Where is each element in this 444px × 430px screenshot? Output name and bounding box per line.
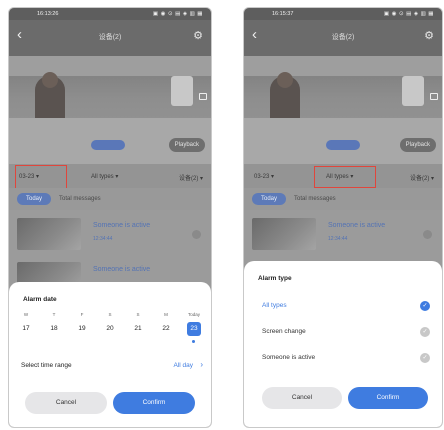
day-option[interactable]: M 22	[155, 310, 177, 336]
cancel-button[interactable]: Cancel	[262, 387, 342, 409]
day-option[interactable]: S 20	[99, 310, 121, 336]
event-title: Someone is active	[93, 222, 151, 229]
day-date: 18	[50, 325, 58, 332]
video-chip[interactable]	[91, 140, 125, 150]
time-range-label: Select time range	[21, 362, 72, 369]
chevron-right-icon[interactable]: ›	[200, 360, 203, 369]
list-item[interactable]: Someone is active 12:34:44	[9, 210, 211, 254]
type-option-screen-change[interactable]: Screen change ✓	[262, 325, 430, 339]
dot-icon	[192, 230, 201, 239]
video-scene	[277, 72, 293, 88]
status-time: 16:13:26	[37, 11, 59, 17]
video-preview[interactable]: Playback	[244, 56, 442, 164]
status-time: 16:15:37	[272, 11, 294, 17]
sheet-title: Alarm date	[23, 296, 57, 303]
day-option[interactable]: S 21	[127, 310, 149, 336]
video-scene	[9, 56, 211, 76]
day-name: S	[136, 312, 140, 317]
day-name: Today	[187, 312, 200, 317]
day-date: 17	[22, 325, 30, 332]
status-bar: 16:15:37 ▣ ◉ ⊙ ▤ ◈ ▥ ▦	[244, 8, 442, 20]
event-time: 12:34:44	[328, 236, 348, 242]
sheet-title: Alarm type	[258, 275, 292, 282]
snapshot-icon[interactable]	[430, 93, 438, 100]
day-picker: W 17 T 18 F 19 S 20 S 21 M 22 Today 23	[15, 310, 205, 354]
dot-icon	[423, 230, 432, 239]
playback-button[interactable]: Playback	[168, 138, 205, 152]
day-date: 22	[162, 325, 170, 332]
day-option-selected[interactable]: Today 23	[183, 310, 205, 343]
event-thumbnail[interactable]	[252, 218, 316, 250]
day-option[interactable]: F 19	[71, 310, 93, 336]
event-title: Someone is active	[93, 266, 151, 273]
tab-today[interactable]: Today	[252, 193, 286, 205]
gear-icon[interactable]: ⚙	[193, 29, 203, 42]
check-icon: ✓	[420, 301, 430, 311]
check-icon: ✓	[420, 353, 430, 363]
filter-bar: 03-23 ▾ All types ▾ 设备(2) ▾	[244, 164, 442, 188]
video-scene	[171, 76, 193, 106]
screenshot-canvas: 16:13:26 ▣ ◉ ⊙ ▤ ◈ ▥ ▦ ‹ 设备(2) ⚙ Playbac…	[0, 0, 444, 430]
day-name: M	[164, 312, 168, 317]
device-filter[interactable]: 设备(2) ▾	[179, 173, 203, 182]
day-date: 21	[134, 325, 142, 332]
phone-alarm-date: 16:13:26 ▣ ◉ ⊙ ▤ ◈ ▥ ▦ ‹ 设备(2) ⚙ Playbac…	[8, 7, 212, 428]
alarm-date-sheet: Alarm date W 17 T 18 F 19 S 20 S 21 M 22…	[9, 282, 211, 427]
tab-total-messages[interactable]: Total messages	[294, 196, 336, 202]
highlight-box	[314, 166, 376, 188]
snapshot-icon[interactable]	[199, 93, 207, 100]
day-option[interactable]: W 17	[15, 310, 37, 336]
gear-icon[interactable]: ⚙	[424, 29, 434, 42]
event-thumbnail[interactable]	[17, 218, 81, 250]
day-date: 20	[106, 325, 114, 332]
date-filter[interactable]: 03-23 ▾	[254, 173, 274, 180]
video-chip[interactable]	[326, 140, 360, 150]
day-name: W	[23, 312, 29, 317]
video-scene	[42, 72, 58, 88]
day-name: F	[80, 312, 84, 317]
status-bar: 16:13:26 ▣ ◉ ⊙ ▤ ◈ ▥ ▦	[9, 8, 211, 20]
page-title: 设备(2)	[331, 34, 355, 41]
day-option[interactable]: T 18	[43, 310, 65, 336]
phone-alarm-type: 16:15:37 ▣ ◉ ⊙ ▤ ◈ ▥ ▦ ‹ 设备(2) ⚙ Playbac…	[243, 7, 443, 428]
dot-icon	[192, 340, 195, 343]
event-title: Someone is active	[328, 222, 386, 229]
time-range-row[interactable]: Select time range All day ›	[21, 360, 203, 374]
video-scene	[402, 76, 424, 106]
type-label: Screen change	[262, 328, 306, 335]
video-scene	[244, 56, 442, 76]
type-filter[interactable]: All types ▾	[91, 173, 118, 180]
day-name: T	[52, 312, 56, 317]
type-label: All types	[262, 302, 287, 309]
page-title: 设备(2)	[98, 34, 122, 41]
filter-bar: 03-23 ▾ All types ▾ 设备(2) ▾	[9, 164, 211, 195]
day-name: S	[108, 312, 112, 317]
type-option-all[interactable]: All types ✓	[262, 299, 430, 313]
event-time: 12:34:44	[93, 236, 113, 242]
status-icons: ▣ ◉ ⊙ ▤ ◈ ▥ ▦	[383, 11, 434, 17]
confirm-button[interactable]: Confirm	[348, 387, 428, 409]
check-icon: ✓	[420, 327, 430, 337]
nav-bar: ‹ 设备(2) ⚙	[244, 20, 442, 56]
day-date: 19	[78, 325, 86, 332]
type-label: Someone is active	[262, 354, 316, 361]
nav-bar: ‹ 设备(2) ⚙	[9, 20, 211, 56]
tab-total-messages[interactable]: Total messages	[59, 196, 101, 202]
cancel-button[interactable]: Cancel	[25, 392, 107, 414]
playback-button[interactable]: Playback	[399, 138, 436, 152]
message-tabs: Today Total messages	[9, 188, 211, 210]
device-filter[interactable]: 设备(2) ▾	[410, 173, 434, 182]
list-item[interactable]: Someone is active 12:34:44	[244, 210, 442, 254]
alarm-type-sheet: Alarm type All types ✓ Screen change ✓ S…	[244, 261, 442, 427]
day-date: 23	[187, 322, 201, 336]
message-tabs: Today Total messages	[244, 188, 442, 210]
confirm-button[interactable]: Confirm	[113, 392, 195, 414]
status-icons: ▣ ◉ ⊙ ▤ ◈ ▥ ▦	[152, 11, 203, 17]
video-preview[interactable]: Playback	[9, 56, 211, 164]
time-range-value[interactable]: All day	[173, 362, 193, 369]
type-option-someone-active[interactable]: Someone is active ✓	[262, 351, 430, 365]
tab-today[interactable]: Today	[17, 193, 51, 205]
